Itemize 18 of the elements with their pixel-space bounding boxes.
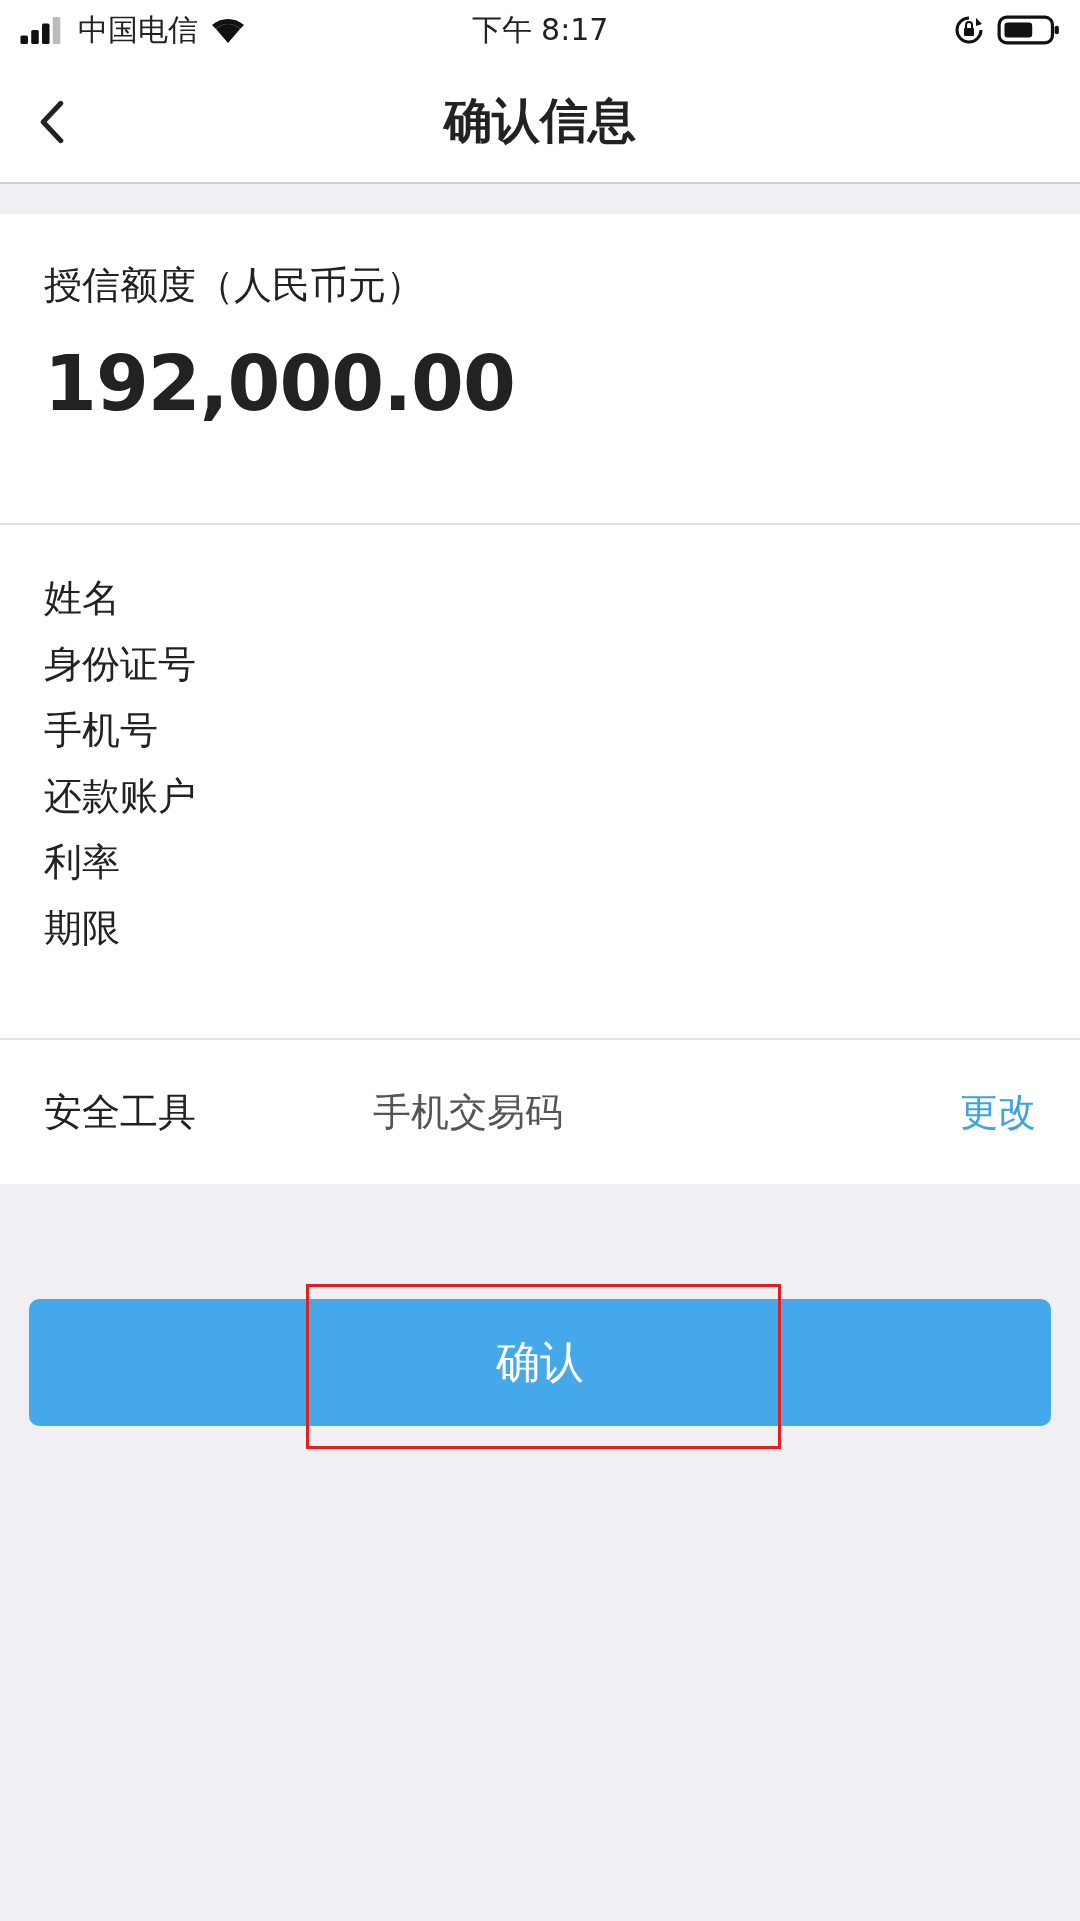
security-value: 手机交易码 [373,1088,564,1136]
confirm-button[interactable]: 确认 [29,1299,1051,1426]
field-label: 期限 [44,905,121,952]
back-icon [38,100,66,144]
credit-label: 授信额度（人民币元） [44,262,425,309]
change-link[interactable]: 更改 [960,1086,1036,1138]
field-label: 还款账户 [44,773,197,820]
field-label: 姓名 [44,575,121,622]
credit-amount: 192,000.00 [44,339,516,428]
security-label: 安全工具 [44,1088,197,1136]
carrier-name: 中国电信 [78,10,198,49]
field-label: 利率 [44,839,121,886]
field-label: 手机号 [44,707,159,754]
field-label: 身份证号 [44,641,197,688]
status-time: 下午 8:17 [471,10,609,49]
orientation-lock-icon [954,15,984,45]
battery-icon [996,14,1062,46]
page-title: 确认信息 [444,91,636,150]
